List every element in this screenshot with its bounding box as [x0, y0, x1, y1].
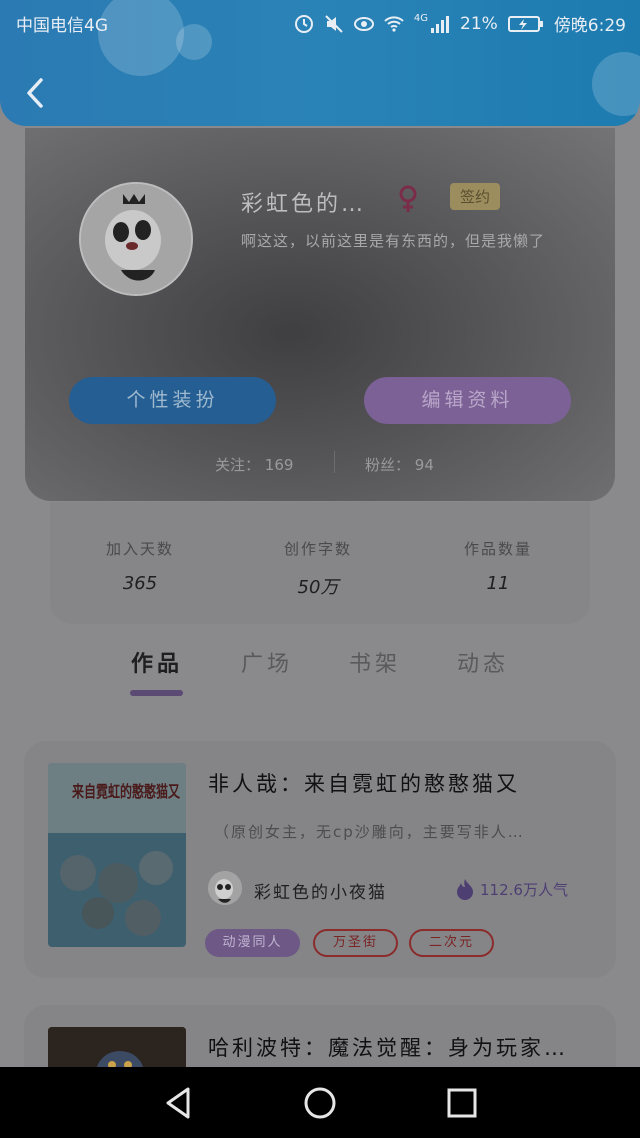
signal-icon — [431, 15, 450, 33]
stat-label: 加入天数 — [105, 540, 174, 558]
stat-label: 创作字数 — [283, 540, 352, 558]
popularity-value: 112.6万人气 — [480, 880, 568, 899]
nav-recent-icon[interactable] — [444, 1085, 480, 1121]
tag-fan-fiction[interactable]: 动漫同人 — [205, 929, 300, 957]
stat-works-count: 作品数量 11 — [428, 538, 568, 594]
eye-icon — [353, 16, 374, 31]
header: 中国电信4G 4G 21% 傍晚6:29 — [0, 0, 640, 126]
battery-percent: 21% — [460, 13, 498, 34]
avatar[interactable] — [79, 182, 193, 296]
profile-card: 彩虹色的… 签约 啊这这，以前这里是有东西的，但是我懒了 个性装扮 编辑资料 关… — [25, 128, 615, 501]
back-arrow-icon[interactable] — [24, 76, 46, 110]
system-nav-bar — [0, 1067, 640, 1138]
author-avatar — [208, 871, 242, 905]
popularity: 112.6万人气 — [456, 878, 568, 900]
status-bar: 中国电信4G 4G 21% 傍晚6:29 — [0, 0, 640, 44]
clock: 傍晚6:29 — [553, 16, 626, 36]
carrier-label: 中国电信4G — [16, 16, 108, 36]
book-title[interactable]: 非人哉：来自霓虹的憨憨猫又 — [208, 768, 520, 798]
stat-join-days: 加入天数 365 — [70, 538, 210, 594]
cover-title: 来自霓虹的憨憨猫又 — [71, 782, 180, 801]
stat-value: 50万 — [297, 577, 339, 598]
following-label: 关注： — [215, 456, 261, 474]
tag-halloween-street[interactable]: 万圣街 — [313, 929, 398, 957]
tag-anime[interactable]: 二次元 — [409, 929, 494, 957]
stats-card: 加入天数 365 创作字数 50万 作品数量 11 — [50, 502, 590, 624]
stat-value: 365 — [122, 573, 158, 594]
signed-badge: 签约 — [450, 183, 501, 210]
panda-avatar-image — [81, 184, 191, 294]
female-icon — [399, 185, 417, 212]
stat-word-count: 创作字数 50万 — [248, 538, 388, 599]
active-tab-indicator — [130, 690, 183, 696]
divider — [334, 451, 335, 473]
tab-square[interactable]: 广场 — [241, 646, 293, 678]
following-count: 169 — [264, 456, 294, 474]
nav-back-icon[interactable] — [160, 1085, 196, 1121]
book-description: （原创女主，无cp沙雕向，主要写非人… — [214, 823, 525, 841]
wifi-icon — [384, 15, 404, 32]
fans-link[interactable]: 粉丝： 94 — [365, 454, 434, 475]
fans-label: 粉丝： — [365, 456, 411, 474]
flame-icon — [457, 879, 473, 900]
stat-label: 作品数量 — [463, 540, 532, 558]
nav-home-icon[interactable] — [302, 1085, 338, 1121]
bio-text: 啊这这，以前这里是有东西的，但是我懒了 — [241, 232, 546, 250]
nickname: 彩虹色的… — [241, 192, 367, 217]
edit-profile-button[interactable]: 编辑资料 — [364, 377, 571, 424]
book-card[interactable]: 来自霓虹的憨憨猫又 非人哉：来自霓虹的憨憨猫又 （原创女主，无cp沙雕向，主要写… — [24, 741, 616, 978]
status-icons: 4G 21% 傍晚6:29 — [294, 11, 626, 36]
alarm-icon — [294, 14, 313, 33]
dress-up-button[interactable]: 个性装扮 — [69, 377, 276, 424]
book-cover: 来自霓虹的憨憨猫又 — [48, 763, 186, 947]
network-type: 4G — [413, 13, 429, 24]
tab-updates[interactable]: 动态 — [457, 646, 509, 678]
tab-works[interactable]: 作品 — [131, 646, 183, 678]
following-link[interactable]: 关注： 169 — [215, 454, 293, 475]
stat-value: 11 — [486, 573, 510, 594]
mute-icon — [325, 14, 343, 33]
decor-bubble — [592, 52, 640, 116]
author-name[interactable]: 彩虹色的小夜猫 — [254, 878, 387, 903]
book-title[interactable]: 哈利波特：魔法觉醒：身为玩家… — [208, 1032, 568, 1062]
battery-icon — [507, 15, 543, 32]
fans-count: 94 — [414, 456, 434, 474]
tab-bookshelf[interactable]: 书架 — [349, 646, 401, 678]
